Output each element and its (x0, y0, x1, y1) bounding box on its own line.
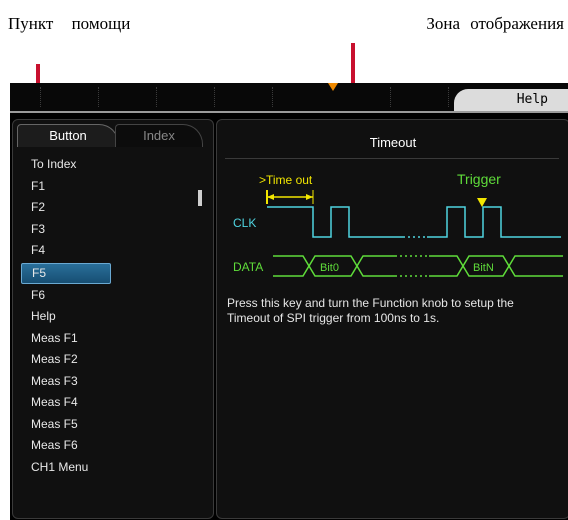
trigger-arrow-icon (477, 198, 487, 207)
help-description: Press this key and turn the Function kno… (227, 296, 514, 325)
list-item[interactable]: F2 (21, 197, 213, 219)
bit0-label: Bit0 (320, 262, 339, 274)
list-item[interactable]: F4 (21, 240, 213, 262)
clk-waveform-tail (427, 206, 561, 238)
help-tab[interactable]: Help (454, 89, 568, 111)
help-items-panel: Button Index To Index F1 F2 F3 F4 F5 F6 … (12, 119, 214, 519)
timeout-arrow-right-icon (306, 194, 313, 200)
help-topic-title: Timeout (369, 135, 417, 150)
list-item[interactable]: CH1 Menu (21, 457, 213, 479)
help-header-line (10, 111, 568, 113)
oscilloscope-screen: Help Button Index To Index F1 F2 F3 F4 F… (10, 83, 568, 520)
list-item[interactable]: Help (21, 306, 213, 328)
list-item[interactable]: Meas F3 (21, 371, 213, 393)
help-item-list: To Index F1 F2 F3 F4 F5 F6 Help Meas F1 … (21, 154, 213, 478)
title-separator (225, 158, 559, 159)
timeout-arrow-left-icon (267, 194, 274, 200)
grid-tick (40, 87, 42, 107)
list-item[interactable]: Meas F2 (21, 349, 213, 371)
help-display-panel: Timeout >Time out Trigger CLK DATA Bit0 … (216, 119, 568, 519)
display-area-annotation: Зона отображения (426, 14, 564, 33)
list-item[interactable]: Meas F6 (21, 435, 213, 457)
bitn-label: BitN (473, 262, 494, 274)
list-item[interactable]: Meas F1 (21, 328, 213, 350)
clk-waveform (267, 206, 403, 238)
timeout-label: >Time out (259, 173, 313, 187)
data-label: DATA (233, 260, 263, 274)
trigger-label: Trigger (457, 171, 501, 187)
tab-button[interactable]: Button (17, 124, 119, 147)
clk-label: CLK (233, 216, 256, 230)
grid-tick (214, 87, 216, 107)
data-waveform-upper-tail (429, 255, 563, 268)
list-scrollbar-thumb[interactable] (198, 190, 202, 206)
data-waveform-lower-tail (429, 264, 563, 277)
grid-tick (390, 87, 392, 107)
list-item[interactable]: F3 (21, 219, 213, 241)
list-item[interactable]: F6 (21, 285, 213, 307)
grid-tick (272, 87, 274, 107)
list-item-selected[interactable]: F5 (21, 262, 111, 284)
list-item[interactable]: To Index (21, 154, 213, 176)
grid-tick (448, 87, 450, 107)
tab-index[interactable]: Index (115, 124, 203, 147)
list-item[interactable]: Meas F4 (21, 392, 213, 414)
grid-tick (98, 87, 100, 107)
trigger-position-marker-icon (328, 83, 338, 91)
list-item[interactable]: F1 (21, 176, 213, 198)
help-item-annotation: Пункт помощи (8, 14, 131, 33)
grid-tick (156, 87, 158, 107)
list-item[interactable]: Meas F5 (21, 414, 213, 436)
